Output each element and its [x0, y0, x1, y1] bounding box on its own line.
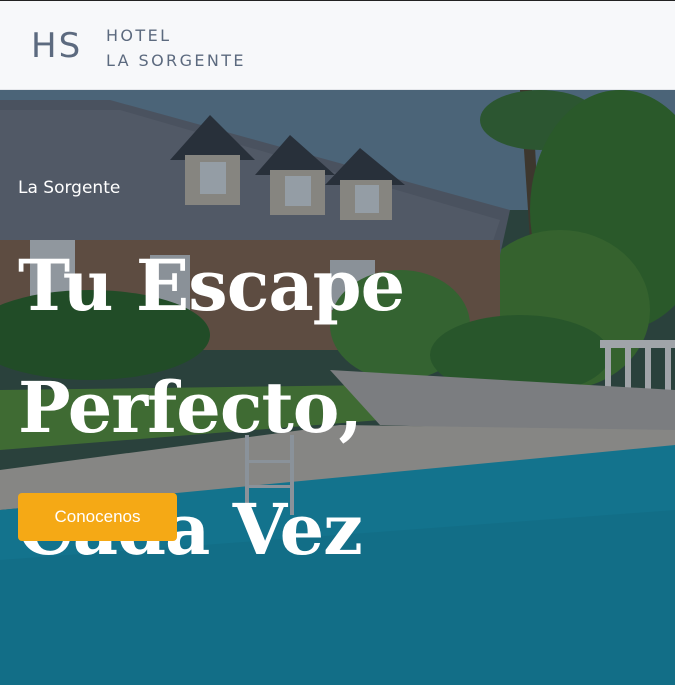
hero-kicker: La Sorgente: [18, 178, 121, 198]
conocenos-button[interactable]: Conocenos: [18, 493, 177, 541]
navbar: HS HOTEL LA SORGENTE: [0, 1, 675, 90]
hero-headline-line1: Tu Escape Perfecto,: [18, 244, 405, 449]
brand-logo[interactable]: HS: [31, 26, 82, 66]
brand-name-line1: HOTEL: [106, 26, 172, 45]
brand-name[interactable]: HOTEL LA SORGENTE: [106, 23, 246, 73]
brand-name-line2: LA SORGENTE: [106, 51, 246, 70]
hero-section: La Sorgente Tu Escape Perfecto, Cada Vez…: [0, 90, 675, 685]
